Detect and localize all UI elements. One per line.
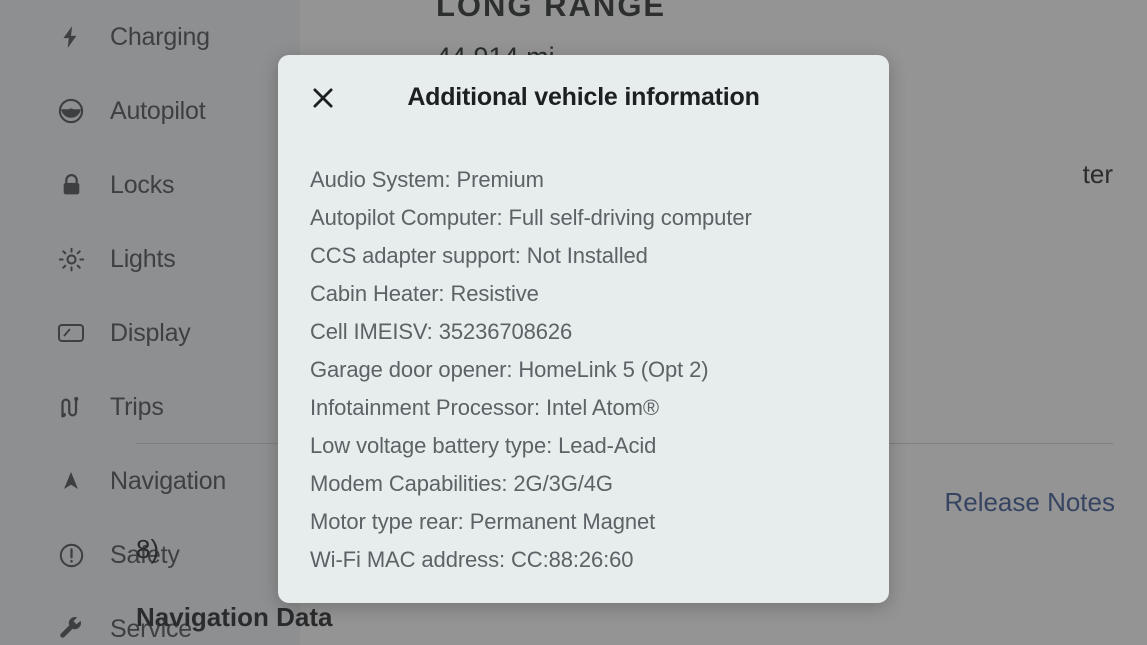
list-item: Autopilot Computer: Full self-driving co…: [310, 205, 752, 230]
list-item: Cabin Heater: Resistive: [310, 281, 539, 306]
list-item: Garage door opener: HomeLink 5 (Opt 2): [310, 357, 709, 382]
modal-title: Additional vehicle information: [407, 83, 760, 111]
list-item: Low voltage battery type: Lead-Acid: [310, 433, 657, 458]
list-item: Audio System: Premium: [310, 167, 544, 192]
list-item: Infotainment Processor: Intel Atom®: [310, 395, 659, 420]
list-item: Wi-Fi MAC address: CC:88:26:60: [310, 547, 634, 572]
list-item: Modem Capabilities: 2G/3G/4G: [310, 471, 613, 496]
list-item: Cell IMEISV: 35236708626: [310, 319, 573, 344]
list-item: Motor type rear: Permanent Magnet: [310, 509, 656, 534]
modal-header: Additional vehicle information: [278, 55, 889, 135]
additional-vehicle-information-dialog: Additional vehicle information Audio Sys…: [278, 55, 889, 603]
vehicle-spec-list: Audio System: Premium Autopilot Computer…: [278, 135, 889, 579]
list-item: CCS adapter support: Not Installed: [310, 243, 648, 268]
